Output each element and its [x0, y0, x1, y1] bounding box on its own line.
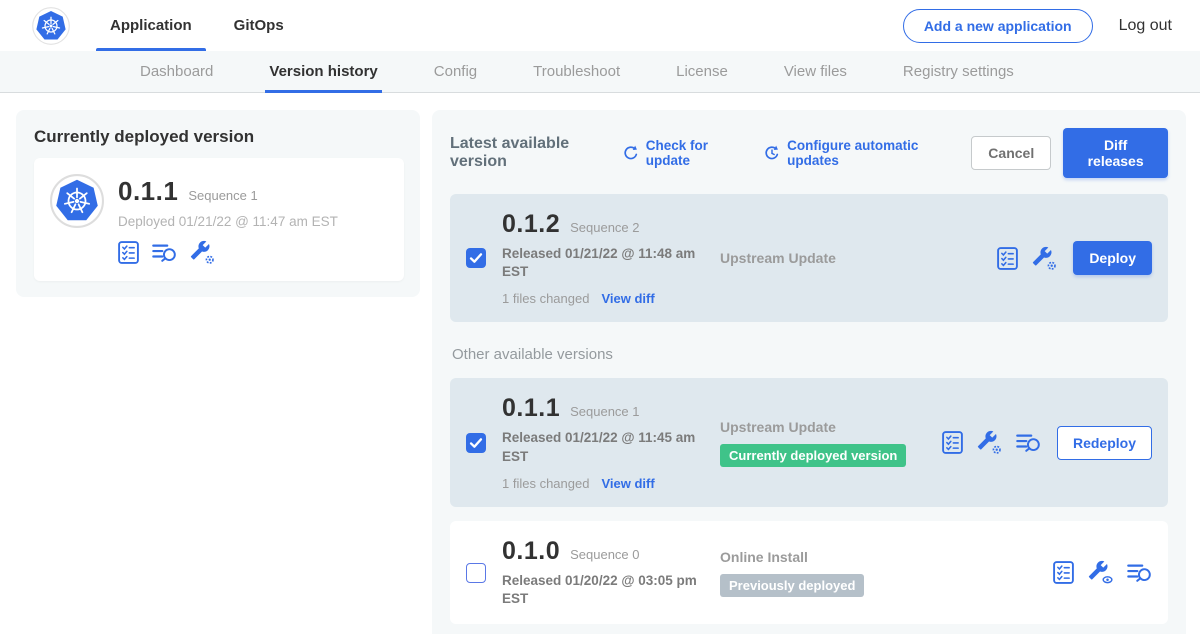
version-history-panel: Latest available version Check for updat…: [432, 110, 1186, 634]
version-source-label: Upstream Update: [720, 419, 942, 435]
kubernetes-logo-icon: [32, 7, 70, 45]
view-diff-link[interactable]: View diff: [601, 291, 654, 306]
other-available-versions-title: Other available versions: [452, 346, 1168, 363]
version-checkbox[interactable]: [466, 248, 486, 268]
app-tabs: Application GitOps: [96, 0, 312, 51]
preflight-checks-icon[interactable]: [1053, 561, 1074, 584]
released-timestamp: Released 01/20/22 @ 03:05 pm EST: [502, 572, 698, 608]
logout-link[interactable]: Log out: [1119, 17, 1172, 35]
version-number: 0.1.2: [502, 210, 560, 239]
subnav-troubleshoot[interactable]: Troubleshoot: [531, 51, 622, 92]
preflight-checks-icon[interactable]: [942, 431, 963, 454]
preflight-checks-icon[interactable]: [118, 241, 139, 264]
currently-deployed-card: 0.1.1 Sequence 1 Deployed 01/21/22 @ 11:…: [34, 158, 404, 281]
subnav-dashboard[interactable]: Dashboard: [138, 51, 215, 92]
edit-config-icon[interactable]: [190, 240, 215, 265]
top-nav: Application GitOps Add a new application…: [0, 0, 1200, 51]
version-checkbox[interactable]: [466, 433, 486, 453]
version-source-label: Upstream Update: [720, 250, 997, 266]
redeploy-button[interactable]: Redeploy: [1057, 426, 1152, 460]
app-kubernetes-icon: [50, 174, 104, 228]
sequence-label: Sequence 0: [570, 547, 639, 562]
add-new-application-button[interactable]: Add a new application: [903, 9, 1093, 43]
subnav-version-history[interactable]: Version history: [267, 51, 379, 92]
latest-available-title: Latest available version: [450, 135, 608, 171]
tab-gitops-label: GitOps: [234, 17, 284, 34]
deploy-logs-icon[interactable]: [152, 242, 177, 264]
latest-available-header: Latest available version Check for updat…: [450, 128, 1168, 178]
preflight-checks-icon[interactable]: [997, 247, 1018, 270]
edit-config-icon[interactable]: [977, 430, 1002, 455]
tab-application[interactable]: Application: [96, 0, 206, 51]
deploy-logs-icon[interactable]: [1016, 432, 1041, 454]
version-card-0-1-2: 0.1.2 Sequence 2 Released 01/21/22 @ 11:…: [450, 194, 1168, 322]
subnav-config[interactable]: Config: [432, 51, 479, 92]
configure-automatic-updates-label: Configure automatic updates: [787, 138, 947, 168]
deploy-logs-icon[interactable]: [1127, 562, 1152, 584]
version-number: 0.1.1: [502, 394, 560, 423]
clock-refresh-icon: [763, 144, 781, 162]
subnav-view-files[interactable]: View files: [782, 51, 849, 92]
subnav-license[interactable]: License: [674, 51, 730, 92]
cancel-button[interactable]: Cancel: [971, 136, 1051, 170]
sequence-label: Sequence 1: [570, 404, 639, 419]
deployed-timestamp: Deployed 01/21/22 @ 11:47 am EST: [118, 214, 338, 229]
main-content: Currently deployed version 0.1.1 Sequenc…: [0, 93, 1200, 634]
version-card-0-1-0: 0.1.0 Sequence 0 Released 01/20/22 @ 03:…: [450, 521, 1168, 624]
currently-deployed-panel: Currently deployed version 0.1.1 Sequenc…: [16, 110, 420, 297]
released-timestamp: Released 01/21/22 @ 11:48 am EST: [502, 245, 698, 281]
currently-deployed-title: Currently deployed version: [34, 127, 404, 147]
version-source-label: Online Install: [720, 549, 1053, 565]
edit-config-icon[interactable]: [1032, 246, 1057, 271]
view-diff-link[interactable]: View diff: [601, 476, 654, 491]
subnav-registry-settings[interactable]: Registry settings: [901, 51, 1016, 92]
files-changed-label: 1 files changed: [502, 291, 589, 306]
tab-application-label: Application: [110, 17, 192, 34]
deployed-sequence-label: Sequence 1: [188, 188, 257, 203]
tab-gitops[interactable]: GitOps: [220, 0, 298, 51]
check-for-update-label: Check for update: [646, 138, 739, 168]
check-for-update-link[interactable]: Check for update: [622, 138, 739, 168]
released-timestamp: Released 01/21/22 @ 11:45 am EST: [502, 429, 698, 465]
version-checkbox[interactable]: [466, 563, 486, 583]
files-changed-label: 1 files changed: [502, 476, 589, 491]
app-subnav: Dashboard Version history Config Trouble…: [0, 51, 1200, 93]
deployed-version-number: 0.1.1: [118, 176, 178, 207]
deploy-button[interactable]: Deploy: [1073, 241, 1152, 275]
currently-deployed-badge: Currently deployed version: [720, 444, 906, 467]
view-config-icon[interactable]: [1088, 560, 1113, 585]
previously-deployed-badge: Previously deployed: [720, 574, 864, 597]
refresh-icon: [622, 144, 640, 162]
version-number: 0.1.0: [502, 537, 560, 566]
sequence-label: Sequence 2: [570, 220, 639, 235]
configure-automatic-updates-link[interactable]: Configure automatic updates: [763, 138, 947, 168]
diff-releases-button[interactable]: Diff releases: [1063, 128, 1168, 178]
version-card-0-1-1: 0.1.1 Sequence 1 Released 01/21/22 @ 11:…: [450, 378, 1168, 506]
